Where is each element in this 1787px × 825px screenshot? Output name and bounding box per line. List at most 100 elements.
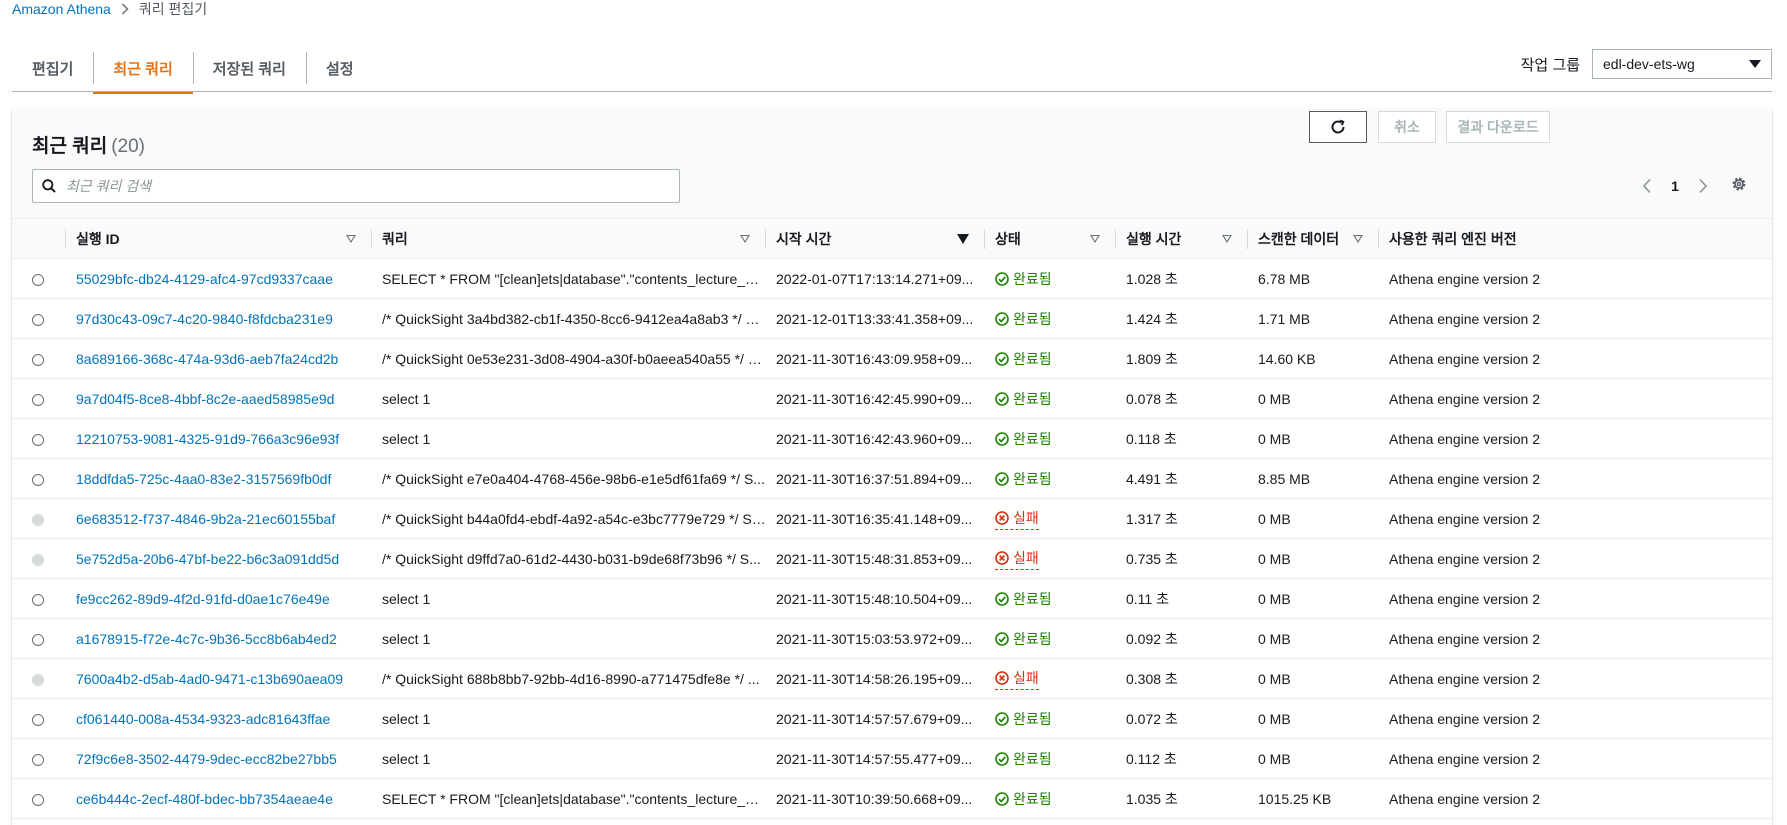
chevron-right-icon — [121, 3, 129, 15]
row-select-radio[interactable] — [32, 273, 44, 286]
row-select-cell — [12, 578, 66, 619]
engine-version-cell: Athena engine version 2 — [1379, 258, 1772, 299]
sort-icon — [1090, 234, 1100, 243]
status-text: 완료됨 — [1013, 390, 1052, 407]
execution-id-link[interactable]: 72f9c6e8-3502-4479-9dec-ecc82be27bb5 — [76, 751, 337, 767]
row-select-radio[interactable] — [32, 633, 44, 646]
execution-id-cell: 97d30c43-09c7-4c20-9840-f8fdcba231e9 — [66, 298, 372, 339]
row-select-radio[interactable] — [32, 753, 44, 766]
runtime-cell: 0.118 초 — [1116, 418, 1248, 459]
status-success-icon — [995, 311, 1009, 326]
search-input[interactable] — [64, 177, 658, 195]
runtime-cell: 1.035 초 — [1116, 778, 1248, 819]
table-row[interactable]: 6e683512-f737-4846-9b2a-21ec60155baf /* Q… — [12, 498, 1772, 539]
runtime-cell: 0.308 초 — [1116, 658, 1248, 699]
status-badge[interactable]: 실패 — [995, 508, 1039, 530]
workgroup-select[interactable]: edl-dev-ets-wg — [1592, 49, 1772, 79]
table-row[interactable]: 5e752d5a-20b6-47bf-be22-b6c3a091dd5d /* Q… — [12, 538, 1772, 579]
sort-descending-icon — [957, 233, 969, 244]
page-number[interactable]: 1 — [1658, 178, 1692, 194]
status-badge: 완료됨 — [995, 469, 1052, 489]
start-time-cell: 2021-11-30T14:58:26.195+09... — [766, 658, 985, 699]
runtime-cell: 0.092 초 — [1116, 618, 1248, 659]
execution-id-link[interactable]: fe9cc262-89d9-4f2d-91fd-d0ae1c76e49e — [76, 591, 330, 607]
column-header-status[interactable]: 상태 — [985, 218, 1116, 259]
column-header-engine-version[interactable]: 사용한 쿼리 엔진 버전 — [1379, 218, 1772, 259]
refresh-button[interactable] — [1309, 111, 1367, 143]
engine-version-cell: Athena engine version 2 — [1379, 618, 1772, 659]
caret-down-icon — [1749, 60, 1761, 68]
table-row[interactable]: a1678915-f72e-4c7c-9b36-5cc8b6ab4ed2 sele… — [12, 618, 1772, 659]
runtime-cell: 0.735 초 — [1116, 538, 1248, 579]
execution-id-cell: 6e683512-f737-4846-9b2a-21ec60155baf — [66, 498, 372, 539]
row-select-radio[interactable] — [32, 473, 44, 486]
row-select-radio[interactable] — [32, 793, 44, 806]
table-row[interactable]: fe9cc262-89d9-4f2d-91fd-d0ae1c76e49e sele… — [12, 578, 1772, 619]
status-text: 완료됨 — [1013, 630, 1052, 647]
query-cell: select 1 — [372, 418, 766, 459]
status-badge: 완료됨 — [995, 709, 1052, 729]
engine-version-cell: Athena engine version 2 — [1379, 538, 1772, 579]
execution-id-link[interactable]: 97d30c43-09c7-4c20-9840-f8fdcba231e9 — [76, 311, 333, 327]
cancel-button[interactable]: 취소 — [1378, 111, 1436, 143]
row-select-radio[interactable] — [32, 393, 44, 406]
table-row[interactable]: ce6b444c-2ecf-480f-bdec-bb7354aeae4e SELE… — [12, 778, 1772, 819]
tab-editor[interactable]: 편집기 — [12, 50, 93, 86]
execution-id-link[interactable]: cf061440-008a-4534-9323-adc81643ffae — [76, 711, 330, 727]
row-select-radio[interactable] — [32, 713, 44, 726]
tab-settings[interactable]: 설정 — [305, 50, 374, 86]
table-row[interactable]: 7600a4b2-d5ab-4ad0-9471-c13b690aea09 /* Q… — [12, 658, 1772, 699]
next-page-button[interactable] — [1692, 173, 1714, 199]
column-header-data-scanned[interactable]: 스캔한 데이터 — [1248, 218, 1379, 259]
column-header-execution-id[interactable]: 실행 ID — [66, 218, 372, 259]
table-row[interactable]: 9a7d04f5-8ce8-4bbf-8c2e-aaed58985e9d sele… — [12, 378, 1772, 419]
table-row[interactable]: 8a689166-368c-474a-93d6-aeb7fa24cd2b /* Q… — [12, 338, 1772, 379]
column-header-query[interactable]: 쿼리 — [372, 218, 766, 259]
execution-id-link[interactable]: a1678915-f72e-4c7c-9b36-5cc8b6ab4ed2 — [76, 631, 337, 647]
execution-id-link[interactable]: 55029bfc-db24-4129-afc4-97cd9337caae — [76, 271, 333, 287]
engine-version-cell: Athena engine version 2 — [1379, 458, 1772, 499]
column-header-runtime[interactable]: 실행 시간 — [1116, 218, 1248, 259]
preferences-gear-icon[interactable] — [1730, 175, 1748, 193]
tab-saved-queries[interactable]: 저장된 쿼리 — [192, 50, 306, 86]
execution-id-link[interactable]: ce6b444c-2ecf-480f-bdec-bb7354aeae4e — [76, 791, 333, 807]
row-select-radio[interactable] — [32, 313, 44, 326]
row-select-cell — [12, 778, 66, 819]
table-row[interactable]: 18ddfda5-725c-4aa0-83e2-3157569fb0df /* Q… — [12, 458, 1772, 499]
status-text: 실패 — [1013, 509, 1039, 526]
status-badge: 완료됨 — [995, 309, 1052, 329]
breadcrumb-link-athena[interactable]: Amazon Athena — [12, 1, 111, 17]
execution-id-link[interactable]: 18ddfda5-725c-4aa0-83e2-3157569fb0df — [76, 471, 331, 487]
status-badge: 완료됨 — [995, 429, 1052, 449]
data-scanned-cell: 0 MB — [1248, 578, 1379, 619]
engine-version-cell: Athena engine version 2 — [1379, 738, 1772, 779]
execution-id-link[interactable]: 9a7d04f5-8ce8-4bbf-8c2e-aaed58985e9d — [76, 391, 334, 407]
status-badge[interactable]: 실패 — [995, 548, 1039, 570]
execution-id-link[interactable]: 12210753-9081-4325-91d9-766a3c96e93f — [76, 431, 339, 447]
prev-page-button[interactable] — [1636, 173, 1658, 199]
table-row[interactable]: 72f9c6e8-3502-4479-9dec-ecc82be27bb5 sele… — [12, 738, 1772, 779]
table-row[interactable]: 55029bfc-db24-4129-afc4-97cd9337caae SELE… — [12, 258, 1772, 299]
download-results-button[interactable]: 결과 다운로드 — [1446, 111, 1550, 143]
status-text: 완료됨 — [1013, 350, 1052, 367]
sort-icon — [1222, 234, 1232, 243]
start-time-cell: 2021-11-30T16:42:43.960+09... — [766, 418, 985, 459]
query-cell: /* QuickSight b44a0fd4-ebdf-4a92-a54c-e3… — [372, 498, 766, 539]
status-success-icon — [995, 391, 1009, 406]
row-select-radio[interactable] — [32, 433, 44, 446]
tab-recent-queries[interactable]: 최근 쿼리 — [93, 50, 194, 94]
execution-id-link[interactable]: 5e752d5a-20b6-47bf-be22-b6c3a091dd5d — [76, 551, 339, 567]
table-row[interactable]: cf061440-008a-4534-9323-adc81643ffae sele… — [12, 698, 1772, 739]
execution-id-link[interactable]: 7600a4b2-d5ab-4ad0-9471-c13b690aea09 — [76, 671, 343, 687]
column-header-start-time[interactable]: 시작 시간 — [766, 218, 985, 259]
row-select-radio[interactable] — [32, 353, 44, 366]
data-scanned-cell: 6.78 MB — [1248, 258, 1379, 299]
table-row[interactable]: 97d30c43-09c7-4c20-9840-f8fdcba231e9 /* Q… — [12, 298, 1772, 339]
status-badge[interactable]: 실패 — [995, 668, 1039, 690]
engine-version-cell: Athena engine version 2 — [1379, 338, 1772, 379]
runtime-cell: 1.424 초 — [1116, 298, 1248, 339]
execution-id-link[interactable]: 8a689166-368c-474a-93d6-aeb7fa24cd2b — [76, 351, 338, 367]
execution-id-link[interactable]: 6e683512-f737-4846-9b2a-21ec60155baf — [76, 511, 335, 527]
table-row[interactable]: 12210753-9081-4325-91d9-766a3c96e93f sele… — [12, 418, 1772, 459]
row-select-radio[interactable] — [32, 593, 44, 606]
